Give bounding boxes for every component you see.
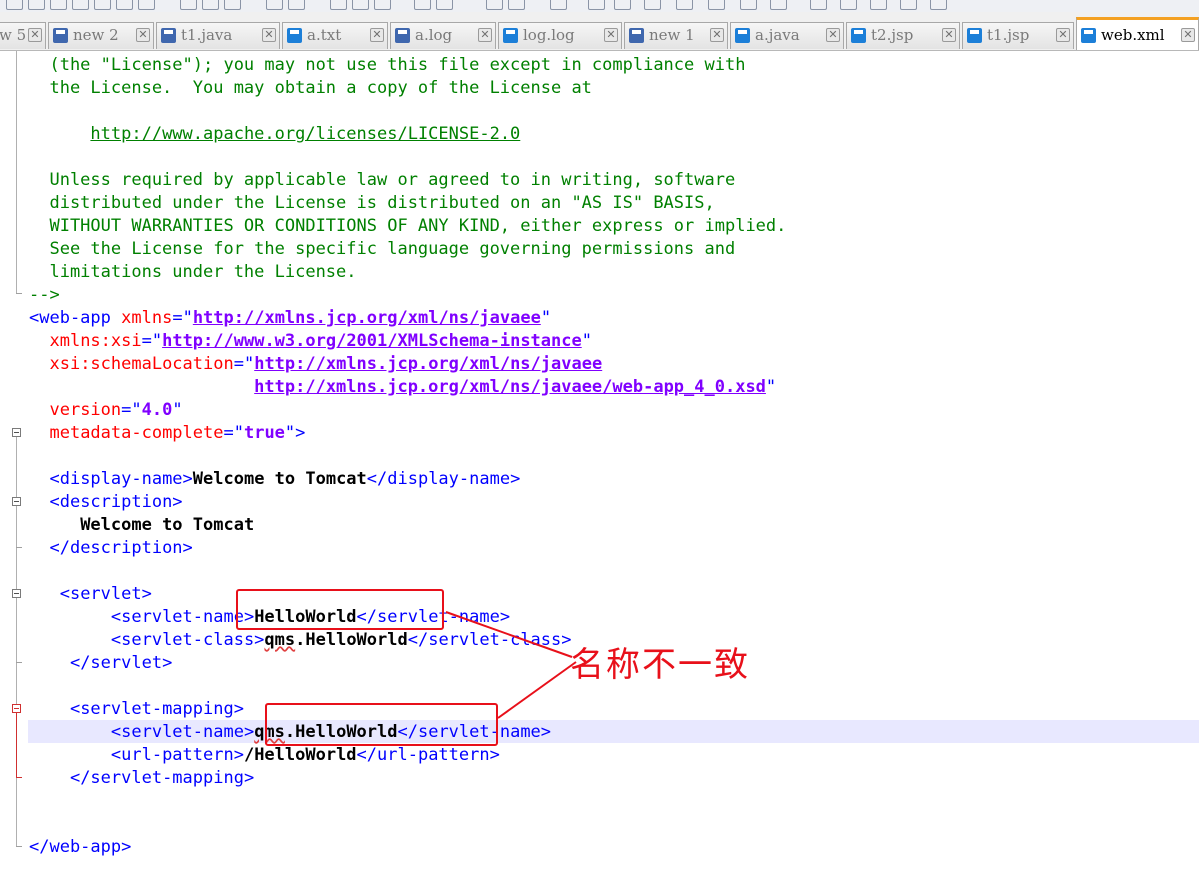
annotation-text: 名称不一致 [570,645,750,685]
annotation-arrows [445,611,577,719]
annotation-arrow [497,661,577,719]
annotation-arrow [445,611,573,658]
